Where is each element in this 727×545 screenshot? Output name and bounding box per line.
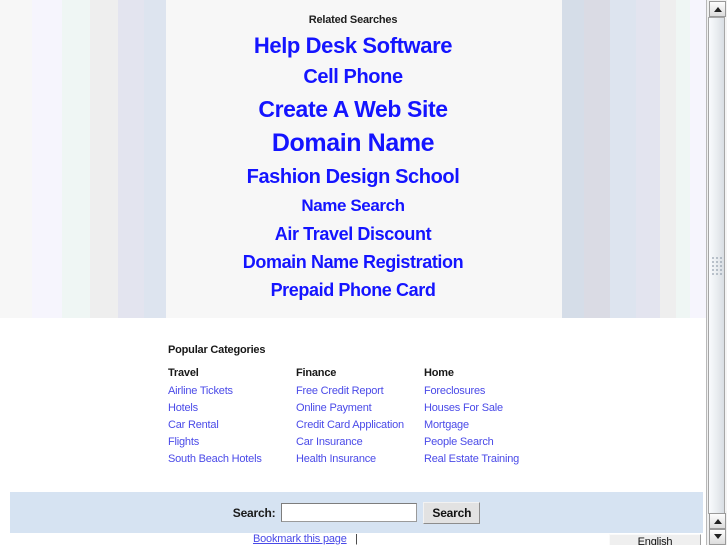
related-search-link[interactable]: Domain Name <box>0 131 706 157</box>
category-column: Finance Free Credit Report Online Payment C… <box>296 367 424 468</box>
scrollbar-thumb[interactable] <box>708 17 725 514</box>
search-input[interactable] <box>281 503 418 522</box>
triangle-up-icon <box>713 519 722 524</box>
category-link[interactable]: Foreclosures <box>424 383 552 400</box>
language-select[interactable]: English <box>609 534 701 545</box>
category-column: Home Foreclosures Houses For Sale Mortgage P… <box>424 367 552 468</box>
scrollbar-down-button[interactable] <box>709 529 726 545</box>
popular-categories-columns: Travel Airline Tickets Hotels Car Rental Fli… <box>168 367 688 468</box>
category-link[interactable]: Credit Card Application <box>296 417 424 434</box>
popular-categories-heading: Popular Categories <box>168 344 266 356</box>
search-button[interactable]: Search <box>423 501 481 524</box>
search-bar: Search: Search <box>10 492 703 533</box>
category-column-title: Travel <box>168 367 199 379</box>
page-viewport: Related Searches Help Desk Software Cell … <box>0 0 706 545</box>
category-column-title: Finance <box>296 367 337 379</box>
scrollbar-up-button[interactable] <box>709 1 726 17</box>
related-searches-list: Help Desk Software Cell Phone Create A Web… <box>0 34 706 300</box>
category-link[interactable]: Mortgage <box>424 417 552 434</box>
related-search-link[interactable]: Name Search <box>0 197 706 215</box>
category-link[interactable]: Free Credit Report <box>296 383 424 400</box>
related-search-link[interactable]: Cell Phone <box>0 67 706 88</box>
footer-separator: | <box>355 533 358 545</box>
triangle-up-icon <box>713 7 722 12</box>
search-label: Search: <box>232 505 276 520</box>
category-link[interactable]: Airline Tickets <box>168 383 296 400</box>
popular-categories-section: Popular Categories Travel Airline Tickets… <box>168 344 688 468</box>
related-searches-band: Related Searches Help Desk Software Cell … <box>0 0 706 318</box>
category-link[interactable]: Real Estate Training <box>424 451 552 468</box>
bookmark-this-page-link[interactable]: Bookmark this page <box>253 533 347 545</box>
category-column-title: Home <box>424 367 454 379</box>
related-search-link[interactable]: Air Travel Discount <box>0 224 706 243</box>
related-search-link[interactable]: Fashion Design School <box>0 166 706 187</box>
category-link[interactable]: Flights <box>168 434 296 451</box>
category-link[interactable]: Car Insurance <box>296 434 424 451</box>
related-searches-content: Related Searches Help Desk Software Cell … <box>0 0 706 318</box>
category-link[interactable]: South Beach Hotels <box>168 451 296 468</box>
related-searches-heading: Related Searches <box>308 14 398 26</box>
category-column: Travel Airline Tickets Hotels Car Rental Fli… <box>168 367 296 468</box>
related-search-link[interactable]: Prepaid Phone Card <box>0 281 706 300</box>
related-search-link[interactable]: Help Desk Software <box>0 34 706 57</box>
footer-row: Bookmark this page | English <box>0 533 706 545</box>
grip-dots-icon <box>711 256 722 275</box>
related-search-link[interactable]: Domain Name Registration <box>0 252 706 271</box>
category-link[interactable]: Health Insurance <box>296 451 424 468</box>
category-link[interactable]: Houses For Sale <box>424 400 552 417</box>
vertical-scrollbar[interactable] <box>706 0 727 545</box>
triangle-down-icon <box>713 534 722 539</box>
scrollbar-page-up-button[interactable] <box>709 513 726 529</box>
category-link[interactable]: Car Rental <box>168 417 296 434</box>
category-link[interactable]: Online Payment <box>296 400 424 417</box>
category-link[interactable]: People Search <box>424 434 552 451</box>
related-search-link[interactable]: Create A Web Site <box>0 97 706 121</box>
category-link[interactable]: Hotels <box>168 400 296 417</box>
